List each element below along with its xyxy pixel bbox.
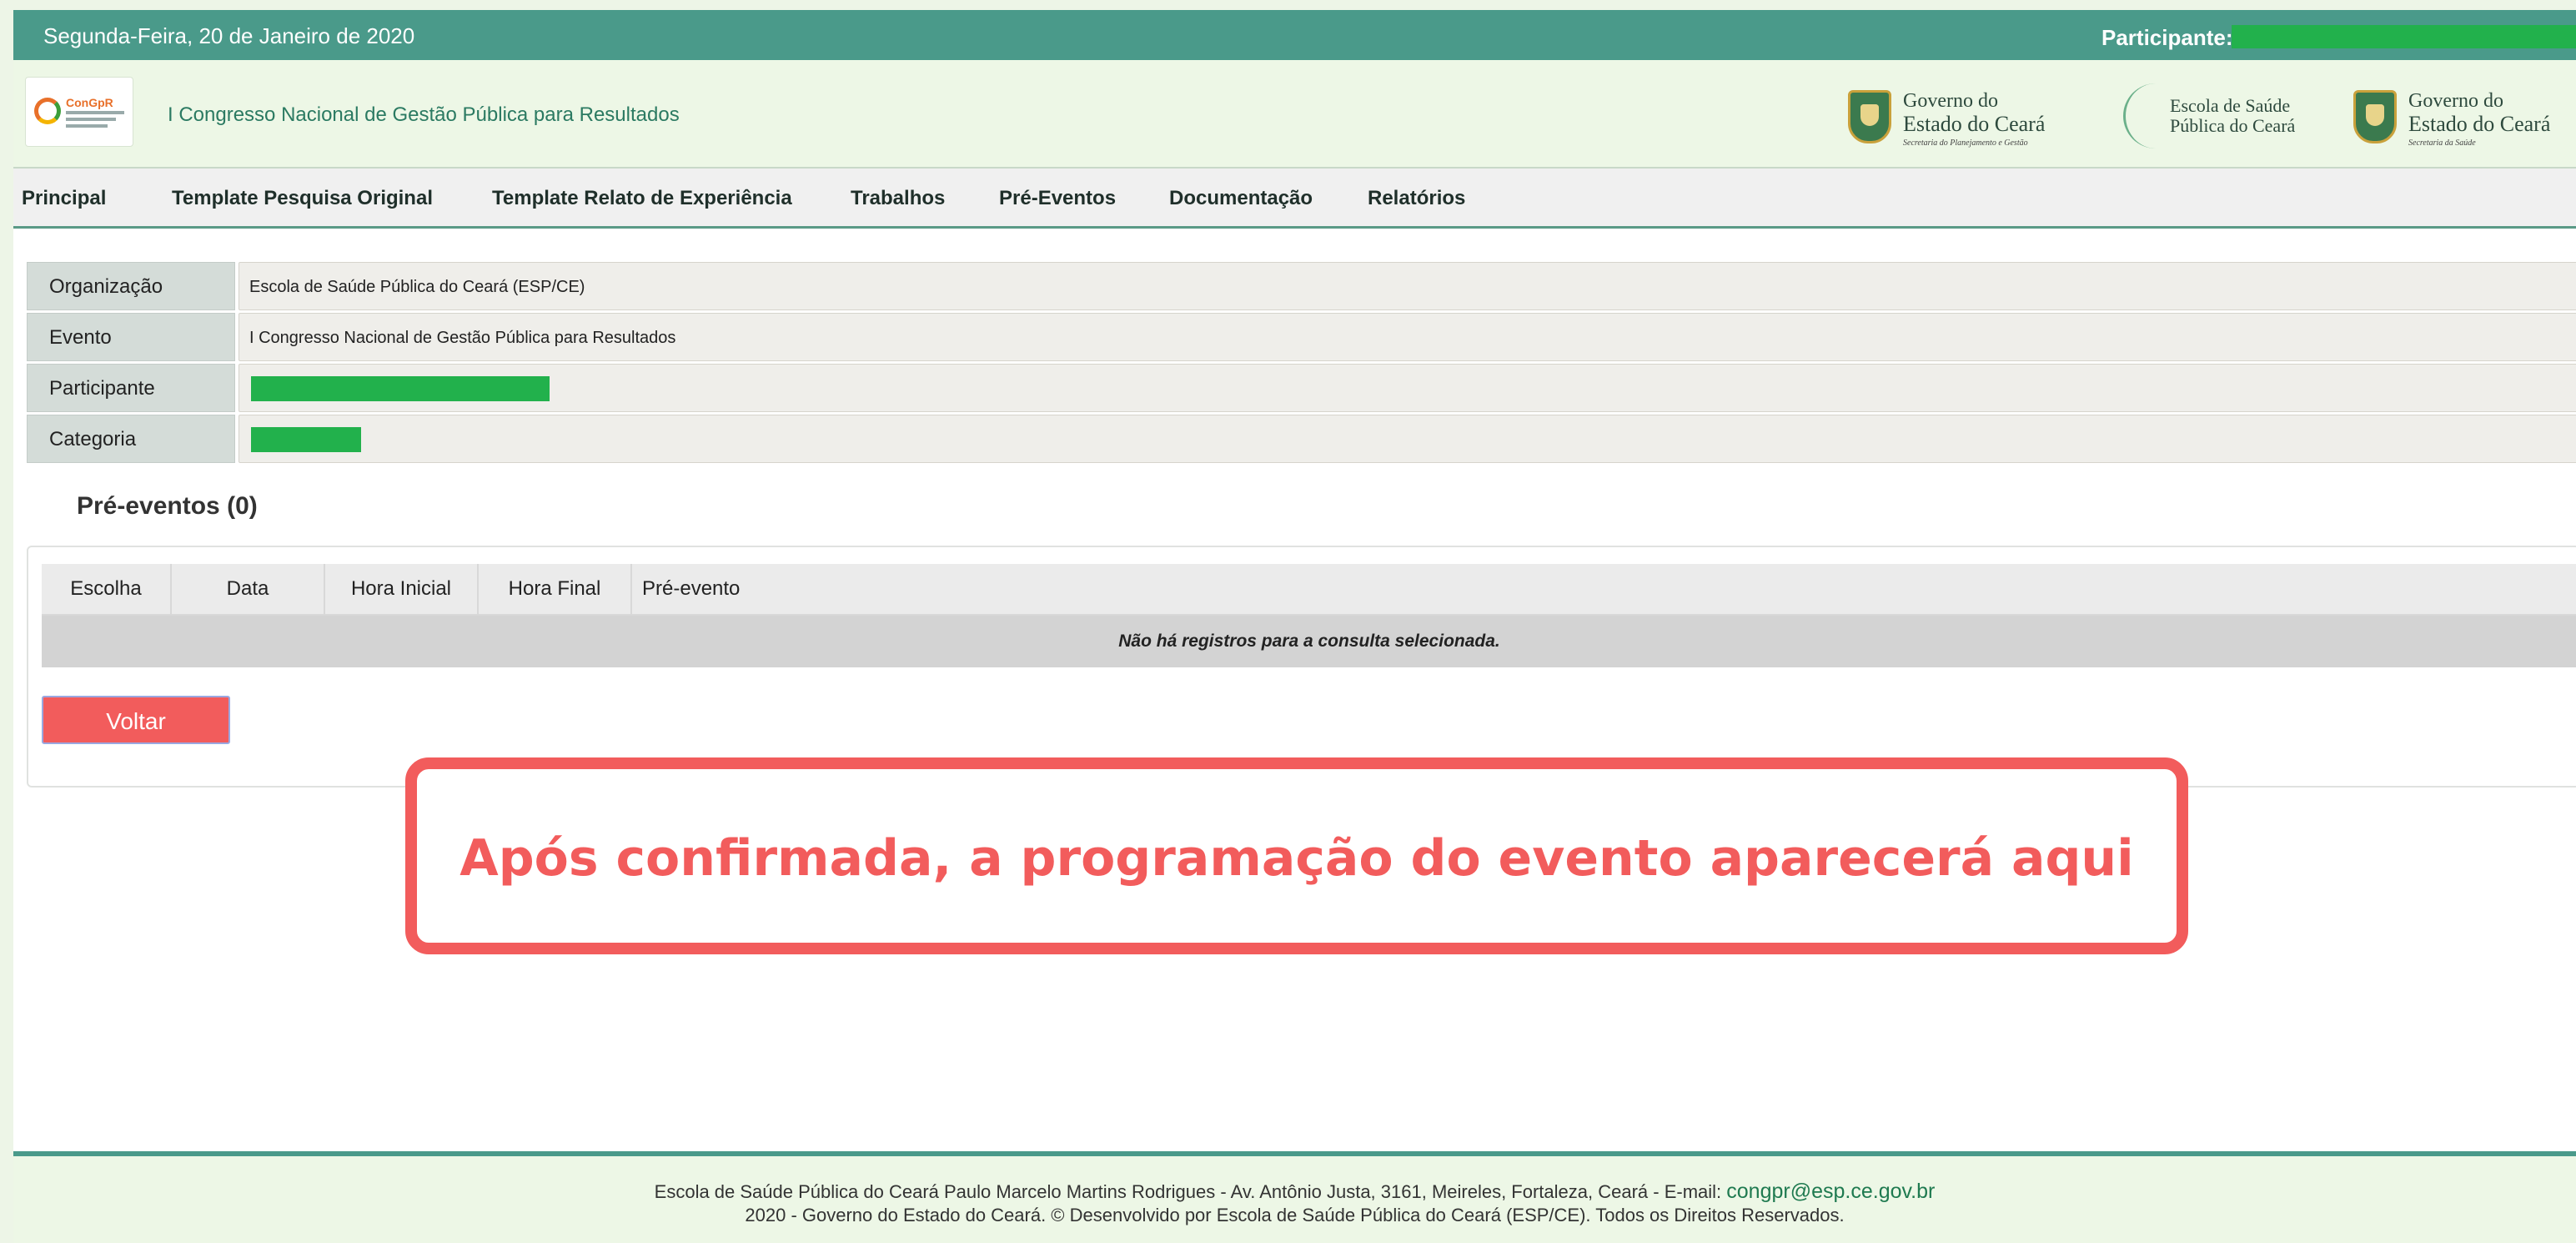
- site-footer: Escola de Saúde Pública do Ceará Paulo M…: [13, 1151, 2576, 1243]
- logo-text: ConGpR: [66, 96, 113, 109]
- registration-info: Organização Escola de Saúde Pública do C…: [27, 262, 2576, 465]
- categoria-value: [239, 415, 2576, 463]
- state-crest-icon: [1848, 90, 1891, 143]
- state-crest-icon: [2353, 90, 2397, 143]
- site-title: I Congresso Nacional de Gestão Pública p…: [168, 103, 680, 126]
- col-hora-inicial[interactable]: Hora Inicial: [325, 564, 479, 614]
- footer-address: Escola de Saúde Pública do Ceará Paulo M…: [654, 1180, 1936, 1203]
- menu-template-pesquisa[interactable]: Template Pesquisa Original: [172, 187, 433, 210]
- callout-box: Após confirmada, a programação do evento…: [405, 757, 2188, 954]
- participante-label: Participante: [27, 364, 235, 412]
- main-menu: Principal Template Pesquisa Original Tem…: [13, 167, 2576, 229]
- site-header: ConGpR I Congresso Nacional de Gestão Pú…: [13, 60, 2576, 167]
- categoria-label: Categoria: [27, 415, 235, 463]
- evento-label: Evento: [27, 313, 235, 361]
- info-row-evento: Evento I Congresso Nacional de Gestão Pú…: [27, 313, 2576, 361]
- info-row-participante: Participante: [27, 364, 2576, 412]
- table-header: Escolha Data Hora Inicial Hora Final Pré…: [42, 564, 2576, 616]
- congpr-logo[interactable]: ConGpR: [25, 77, 133, 147]
- footer-copyright: 2020 - Governo do Estado do Ceará. © Des…: [745, 1205, 1845, 1225]
- top-bar: Segunda-Feira, 20 de Janeiro de 2020 Par…: [13, 10, 2576, 60]
- categoria-redacted: [251, 427, 361, 452]
- organizacao-value: Escola de Saúde Pública do Ceará (ESP/CE…: [239, 262, 2576, 310]
- menu-pre-eventos[interactable]: Pré-Eventos: [999, 187, 1116, 210]
- col-data[interactable]: Data: [172, 564, 325, 614]
- participant-name-redacted: [2232, 25, 2576, 48]
- menu-trabalhos[interactable]: Trabalhos: [851, 187, 945, 210]
- partner-logo-sesa: Governo do Estado do Ceará Secretaria da…: [2353, 83, 2570, 150]
- menu-principal[interactable]: Principal: [22, 187, 106, 210]
- menu-relatorios[interactable]: Relatórios: [1368, 187, 1465, 210]
- current-date: Segunda-Feira, 20 de Janeiro de 2020: [43, 23, 415, 48]
- col-pre-evento[interactable]: Pré-evento: [632, 564, 2576, 614]
- pre-eventos-panel: Escolha Data Hora Inicial Hora Final Pré…: [27, 546, 2576, 788]
- partner-logo-seplag: Governo do Estado do Ceará Secretaria do…: [1848, 83, 2065, 150]
- footer-email-link[interactable]: congpr@esp.ce.gov.br: [1726, 1180, 1935, 1203]
- callout-text: Após confirmada, a programação do evento…: [459, 829, 2134, 888]
- partner-logo-esp: Escola de Saúde Pública do Ceará: [2123, 83, 2340, 150]
- participant-label: Participante:: [2101, 25, 2233, 50]
- evento-value: I Congresso Nacional de Gestão Pública p…: [239, 313, 2576, 361]
- section-title: Pré-eventos (0): [77, 492, 258, 520]
- menu-template-relato[interactable]: Template Relato de Experiência: [492, 187, 792, 210]
- esp-swoosh-icon: [2123, 83, 2167, 148]
- organizacao-label: Organização: [27, 262, 235, 310]
- logo-ring-icon: [34, 98, 61, 124]
- participante-redacted: [251, 376, 550, 401]
- col-escolha[interactable]: Escolha: [42, 564, 172, 614]
- menu-documentacao[interactable]: Documentação: [1169, 187, 1313, 210]
- voltar-button[interactable]: Voltar: [42, 696, 230, 744]
- empty-message: Não há registros para a consulta selecio…: [42, 616, 2576, 667]
- col-hora-final[interactable]: Hora Final: [479, 564, 632, 614]
- page-frame: Segunda-Feira, 20 de Janeiro de 2020 Par…: [13, 10, 2576, 1243]
- info-row-categoria: Categoria: [27, 415, 2576, 463]
- participante-value: [239, 364, 2576, 412]
- info-row-organizacao: Organização Escola de Saúde Pública do C…: [27, 262, 2576, 310]
